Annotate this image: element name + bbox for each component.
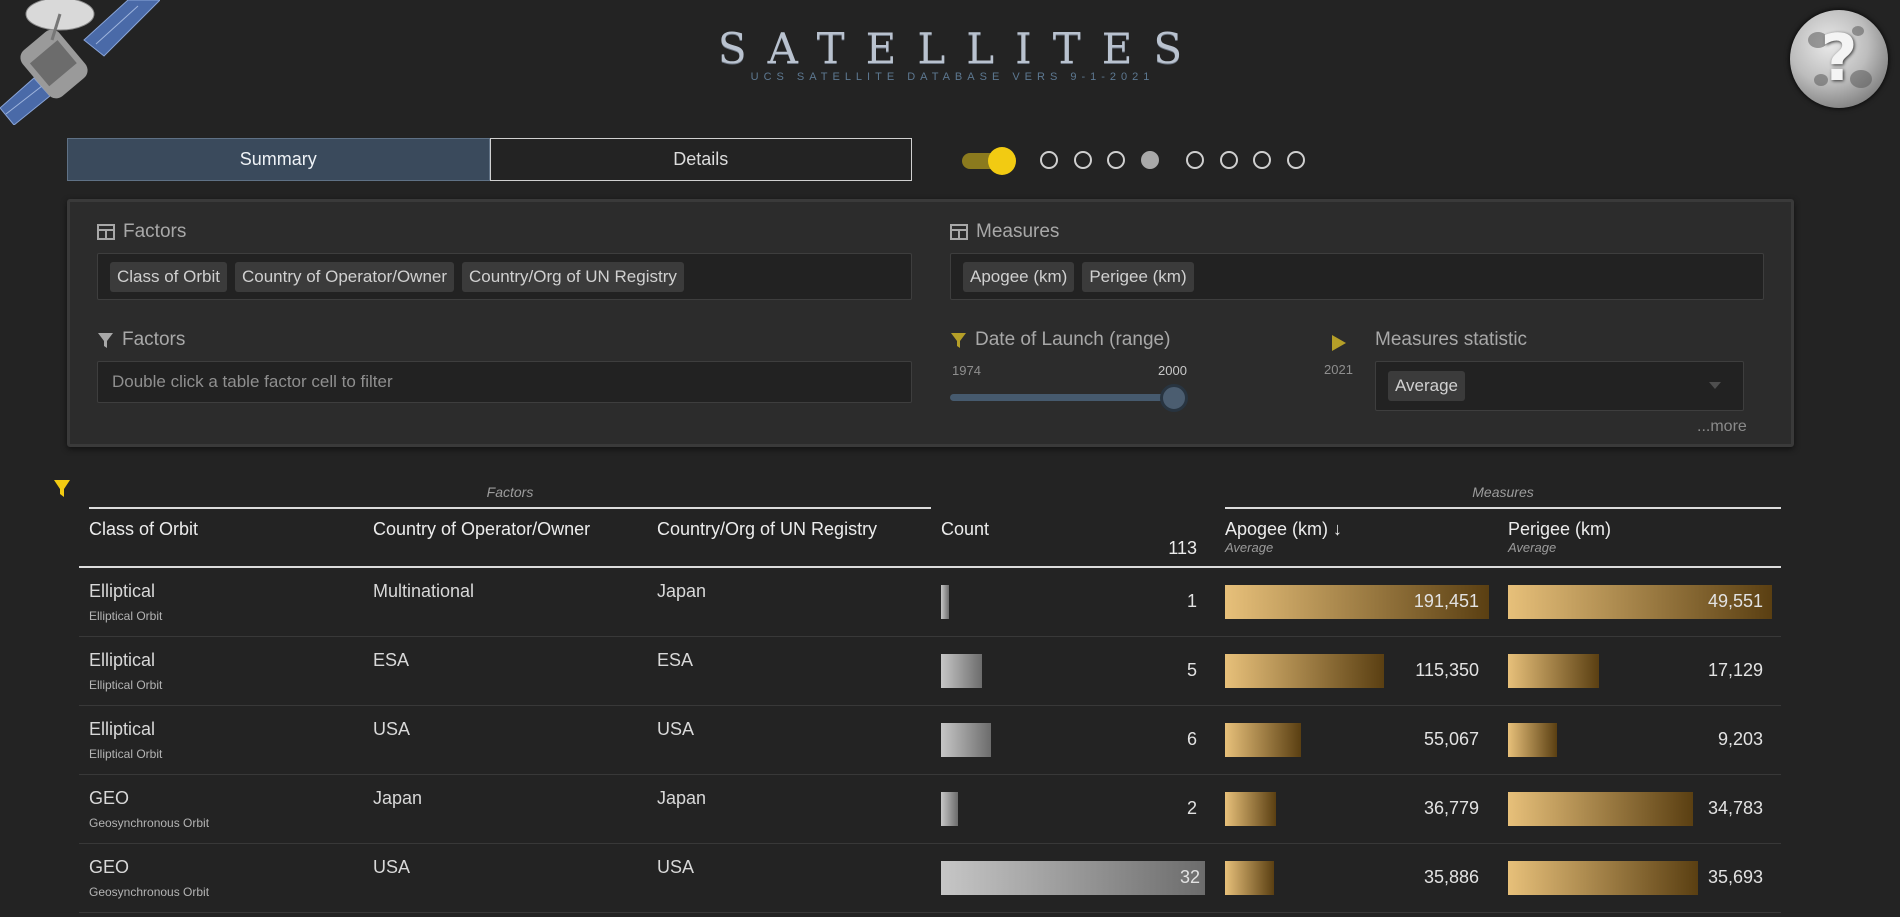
more-link[interactable]: ...more: [1697, 418, 1747, 436]
factors-dropzone[interactable]: Class of Orbit Country of Operator/Owner…: [97, 253, 912, 300]
page-dot-8[interactable]: [1287, 151, 1305, 169]
cell-operator[interactable]: Japan: [373, 788, 422, 809]
col-header-count[interactable]: Count: [941, 519, 989, 540]
cell-perigee-value: 34,783: [1707, 798, 1763, 818]
page-dot-7[interactable]: [1253, 151, 1271, 169]
cell-count-value: 5: [1186, 660, 1197, 680]
page-dot-1[interactable]: [1040, 151, 1058, 169]
question-mark-icon: ?: [1820, 22, 1858, 96]
factor-chip-class-of-orbit[interactable]: Class of Orbit: [110, 261, 227, 292]
app-subtitle: UCS SATELLITE DATABASE VERS 9-1-2021: [750, 71, 1155, 83]
table-icon: [97, 224, 115, 240]
filter-label: Factors: [97, 329, 185, 351]
statistic-label: Measures statistic: [1375, 329, 1527, 351]
cell-class-of-orbit-full: Elliptical Orbit: [89, 609, 163, 623]
tab-details[interactable]: Details: [489, 138, 912, 181]
app-title: SATELLITES: [717, 24, 1204, 73]
cell-perigee-value: 35,693: [1707, 867, 1763, 887]
count-total: 113: [1168, 538, 1197, 558]
view-tabs: Summary Details: [67, 138, 912, 181]
col-header-class-of-orbit[interactable]: Class of Orbit: [89, 519, 198, 540]
date-min-label: 1974: [952, 363, 981, 378]
cell-perigee-value: 17,129: [1707, 660, 1763, 680]
play-icon[interactable]: [1332, 335, 1346, 351]
filter-icon: [98, 332, 113, 348]
cell-apogee-value: 191,451: [1413, 591, 1479, 611]
cell-apogee-value: 55,067: [1423, 729, 1479, 749]
filter-label-text: Factors: [122, 329, 186, 350]
factors-group-rule: [89, 507, 931, 509]
cell-perigee-value: 9,203: [1717, 729, 1763, 749]
filter-dropzone[interactable]: Double click a table factor cell to filt…: [97, 361, 912, 403]
statistic-select[interactable]: Average: [1375, 361, 1744, 411]
cell-operator[interactable]: ESA: [373, 650, 409, 671]
cell-registry[interactable]: USA: [657, 857, 694, 878]
cell-apogee-value: 36,779: [1423, 798, 1479, 818]
page-dot-5[interactable]: [1186, 151, 1204, 169]
cell-count-value: 2: [1186, 798, 1197, 818]
cell-count-value: 32: [1179, 867, 1200, 887]
cell-class-of-orbit[interactable]: Elliptical: [89, 581, 155, 602]
filter-icon: [951, 332, 966, 348]
cell-class-of-orbit-full: Elliptical Orbit: [89, 678, 163, 692]
measures-group-rule: [1225, 507, 1781, 509]
filter-icon[interactable]: [53, 479, 71, 498]
cell-class-of-orbit[interactable]: GEO: [89, 857, 129, 878]
cell-class-of-orbit-full: Geosynchronous Orbit: [89, 885, 210, 899]
date-range-label: Date of Launch (range): [950, 329, 1170, 351]
page-dot-4-active[interactable]: [1141, 151, 1159, 169]
cell-operator[interactable]: Multinational: [373, 581, 474, 602]
cell-perigee-value: 49,551: [1707, 591, 1763, 611]
tab-summary[interactable]: Summary: [67, 138, 490, 181]
measures-group-header: Measures: [1472, 484, 1534, 500]
cell-count-value: 1: [1186, 591, 1197, 611]
cell-registry[interactable]: Japan: [657, 788, 706, 809]
measure-chip-perigee[interactable]: Perigee (km): [1082, 261, 1194, 292]
date-slider-handle[interactable]: [1160, 384, 1188, 412]
factors-label: Factors: [97, 221, 186, 243]
col-header-operator[interactable]: Country of Operator/Owner: [373, 519, 590, 540]
cell-operator[interactable]: USA: [373, 857, 410, 878]
statistic-label-text: Measures statistic: [1375, 329, 1528, 350]
factors-label-text: Factors: [123, 221, 187, 242]
statistic-value: Average: [1388, 371, 1466, 401]
chevron-down-icon: [1709, 382, 1721, 389]
cell-class-of-orbit[interactable]: GEO: [89, 788, 129, 809]
measures-label-text: Measures: [976, 221, 1060, 242]
toggle-knob: [988, 147, 1016, 175]
cell-operator[interactable]: USA: [373, 719, 410, 740]
page-dot-3[interactable]: [1107, 151, 1125, 169]
cell-registry[interactable]: Japan: [657, 581, 706, 602]
factor-chip-registry[interactable]: Country/Org of UN Registry: [462, 261, 684, 292]
apogee-stat-label: Average: [1225, 540, 1274, 555]
cell-class-of-orbit[interactable]: Elliptical: [89, 719, 155, 740]
mode-toggle[interactable]: [962, 147, 1016, 175]
perigee-stat-label: Average: [1508, 540, 1557, 555]
measures-dropzone[interactable]: Apogee (km) Perigee (km): [950, 253, 1764, 300]
cell-class-of-orbit-full: Geosynchronous Orbit: [89, 816, 210, 830]
cell-class-of-orbit-full: Elliptical Orbit: [89, 747, 163, 761]
cell-count-value: 6: [1186, 729, 1197, 749]
cell-registry[interactable]: ESA: [657, 650, 693, 671]
help-moon-icon[interactable]: ?: [1790, 10, 1888, 108]
cell-apogee-value: 35,886: [1423, 867, 1479, 887]
col-header-registry[interactable]: Country/Org of UN Registry: [657, 519, 877, 540]
measure-chip-apogee[interactable]: Apogee (km): [963, 261, 1075, 292]
measures-label: Measures: [950, 221, 1059, 243]
col-header-apogee[interactable]: Apogee (km) ↓: [1225, 519, 1342, 540]
col-header-perigee[interactable]: Perigee (km): [1508, 519, 1611, 540]
filter-placeholder: Double click a table factor cell to filt…: [112, 372, 393, 391]
factor-chip-operator[interactable]: Country of Operator/Owner: [234, 261, 455, 292]
cell-class-of-orbit[interactable]: Elliptical: [89, 650, 155, 671]
factors-group-header: Factors: [486, 484, 534, 500]
date-max-label: 2021: [1324, 362, 1353, 377]
date-range-label-text: Date of Launch (range): [975, 329, 1171, 350]
cell-registry[interactable]: USA: [657, 719, 694, 740]
page-dot-2[interactable]: [1074, 151, 1092, 169]
table-icon: [950, 224, 968, 240]
cell-apogee-value: 115,350: [1415, 660, 1479, 680]
date-value-label: 2000: [1158, 363, 1187, 378]
page-dot-6[interactable]: [1220, 151, 1238, 169]
date-slider-track[interactable]: [950, 394, 1174, 401]
